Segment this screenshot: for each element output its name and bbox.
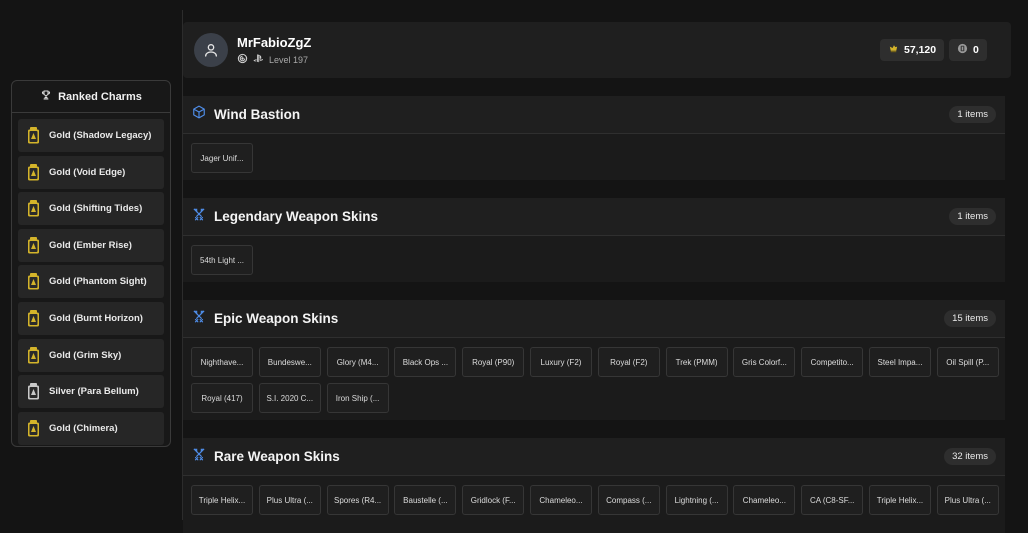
username: MrFabioZgZ — [237, 35, 312, 50]
section-rare-weapon-skins: Rare Weapon Skins 32 items Triple Helix.… — [183, 438, 1005, 533]
skin-item[interactable]: Luxury (F2) — [529, 347, 592, 377]
skin-item[interactable]: Iron Ship (... — [326, 383, 389, 413]
skin-item[interactable]: 54th Light ... — [191, 245, 253, 275]
skin-item[interactable]: Jager Unif... — [191, 143, 253, 173]
section-legendary-weapon-skins: Legendary Weapon Skins 1 items 54th Ligh… — [183, 198, 1005, 282]
gold-charm-icon — [27, 346, 40, 364]
charm-label: Gold (Burnt Horizon) — [49, 312, 143, 324]
items-grid: Triple Helix... Plus Ultra (... Spores (R4… — [183, 476, 1005, 515]
gold-charm-icon — [27, 163, 40, 181]
skin-item[interactable]: Chameleo... — [529, 485, 592, 515]
skin-item[interactable]: Triple Helix... — [191, 485, 253, 515]
profile-header: MrFabioZgZ Level 197 57,120 0 — [183, 22, 1011, 78]
charm-item[interactable]: Silver (Para Bellum) — [18, 375, 164, 409]
skin-item[interactable]: Oil Spill (P... — [936, 347, 999, 377]
ubisoft-icon — [237, 53, 248, 66]
crossed-swords-icon — [192, 207, 206, 226]
charm-label: Gold (Shifting Tides) — [49, 203, 143, 215]
r6-credits-icon — [957, 43, 968, 57]
ranked-charms-header: Ranked Charms — [12, 81, 170, 113]
item-count-badge: 1 items — [949, 208, 996, 225]
section-wind-bastion: Wind Bastion 1 items Jager Unif... — [183, 96, 1005, 180]
skin-item[interactable]: Royal (417) — [191, 383, 253, 413]
skin-item[interactable]: Spores (R4... — [326, 485, 389, 515]
charm-label: Gold (Phantom Sight) — [49, 276, 147, 288]
section-epic-weapon-skins: Epic Weapon Skins 15 items Nighthave... B… — [183, 300, 1005, 420]
charm-list: Gold (Shadow Legacy) Gold (Void Edge) Gold… — [12, 113, 170, 445]
charm-item[interactable]: Gold (Shifting Tides) — [18, 192, 164, 226]
trophy-icon — [40, 89, 52, 104]
section-title: Rare Weapon Skins — [214, 449, 340, 464]
charm-item[interactable]: Gold (Shadow Legacy) — [18, 119, 164, 152]
skin-item[interactable]: Gridlock (F... — [462, 485, 525, 515]
item-count-badge: 15 items — [944, 310, 996, 327]
r6-credits-balance[interactable]: 0 — [949, 39, 987, 61]
skin-item[interactable]: Nighthave... — [191, 347, 253, 377]
section-header[interactable]: Epic Weapon Skins 15 items — [183, 300, 1005, 338]
section-header[interactable]: Wind Bastion 1 items — [183, 96, 1005, 134]
section-title: Legendary Weapon Skins — [214, 209, 379, 224]
ranked-charms-title: Ranked Charms — [58, 90, 142, 103]
gold-charm-icon — [27, 309, 40, 327]
skin-item[interactable]: Royal (F2) — [597, 347, 660, 377]
skin-item[interactable]: Triple Helix... — [868, 485, 931, 515]
item-count-badge: 1 items — [949, 106, 996, 123]
section-title: Wind Bastion — [214, 107, 301, 122]
skin-item[interactable]: Royal (P90) — [462, 347, 525, 377]
skin-item[interactable]: Plus Ultra (... — [258, 485, 321, 515]
skin-item[interactable]: Trek (PMM) — [665, 347, 728, 377]
skin-item[interactable]: Plus Ultra (... — [936, 485, 999, 515]
cube-icon — [192, 105, 206, 124]
skin-item[interactable]: Steel Impa... — [868, 347, 931, 377]
charm-label: Gold (Shadow Legacy) — [49, 130, 152, 141]
item-count-badge: 32 items — [944, 448, 996, 465]
r6-credits-amount: 0 — [973, 44, 979, 56]
gold-charm-icon — [27, 419, 40, 437]
renown-amount: 57,120 — [904, 44, 937, 56]
skin-item[interactable]: Baustelle (... — [394, 485, 457, 515]
charm-item[interactable]: Gold (Ember Rise) — [18, 228, 164, 262]
charm-item[interactable]: Gold (Chimera) — [18, 411, 164, 445]
items-grid: 54th Light ... — [183, 236, 1005, 275]
gold-charm-icon — [27, 236, 40, 254]
playstation-icon — [253, 53, 264, 66]
player-level: Level 197 — [269, 54, 309, 65]
items-grid: Jager Unif... — [183, 134, 1005, 173]
user-icon — [205, 44, 217, 57]
skin-item[interactable]: Glory (M4... — [326, 347, 389, 377]
items-grid: Nighthave... Bundeswe... Glory (M4... Black… — [183, 338, 1005, 413]
skin-item[interactable]: Compass (... — [597, 485, 660, 515]
gold-charm-icon — [27, 273, 40, 290]
gold-charm-icon — [27, 200, 40, 217]
charm-label: Gold (Ember Rise) — [49, 239, 132, 251]
charm-item[interactable]: Gold (Phantom Sight) — [18, 265, 164, 299]
crossed-swords-icon — [192, 309, 206, 328]
charm-label: Gold (Chimera) — [49, 422, 118, 434]
charm-label: Gold (Void Edge) — [49, 166, 126, 178]
silver-charm-icon — [27, 383, 40, 400]
profile-meta: Level 197 — [237, 53, 308, 66]
skin-item[interactable]: S.I. 2020 C... — [258, 383, 321, 413]
section-header[interactable]: Legendary Weapon Skins 1 items — [183, 198, 1005, 236]
charm-item[interactable]: Gold (Grim Sky) — [18, 338, 164, 372]
charm-item[interactable]: Gold (Burnt Horizon) — [18, 301, 164, 335]
section-header[interactable]: Rare Weapon Skins 32 items — [183, 438, 1005, 476]
skin-item[interactable]: Lightning (... — [665, 485, 728, 515]
ranked-charms-panel: Ranked Charms Gold (Shadow Legacy) Gold (… — [11, 80, 171, 447]
skin-item[interactable]: CA (C8-SF... — [801, 485, 864, 515]
charm-label: Silver (Para Bellum) — [49, 386, 139, 398]
charm-item[interactable]: Gold (Void Edge) — [18, 155, 164, 189]
renown-balance[interactable]: 57,120 — [880, 39, 945, 61]
avatar[interactable] — [194, 33, 228, 67]
skin-item[interactable]: Gris Colorf... — [733, 347, 796, 377]
skin-item[interactable]: Black Ops ... — [394, 347, 457, 377]
section-title: Epic Weapon Skins — [214, 311, 339, 326]
crossed-swords-icon — [192, 447, 206, 466]
skin-item[interactable]: Bundeswe... — [258, 347, 321, 377]
charm-label: Gold (Grim Sky) — [49, 349, 122, 361]
skin-item[interactable]: Competito... — [801, 347, 864, 377]
gold-charm-icon — [27, 127, 40, 144]
skin-item[interactable]: Chameleo... — [733, 485, 796, 515]
renown-icon — [888, 43, 899, 57]
